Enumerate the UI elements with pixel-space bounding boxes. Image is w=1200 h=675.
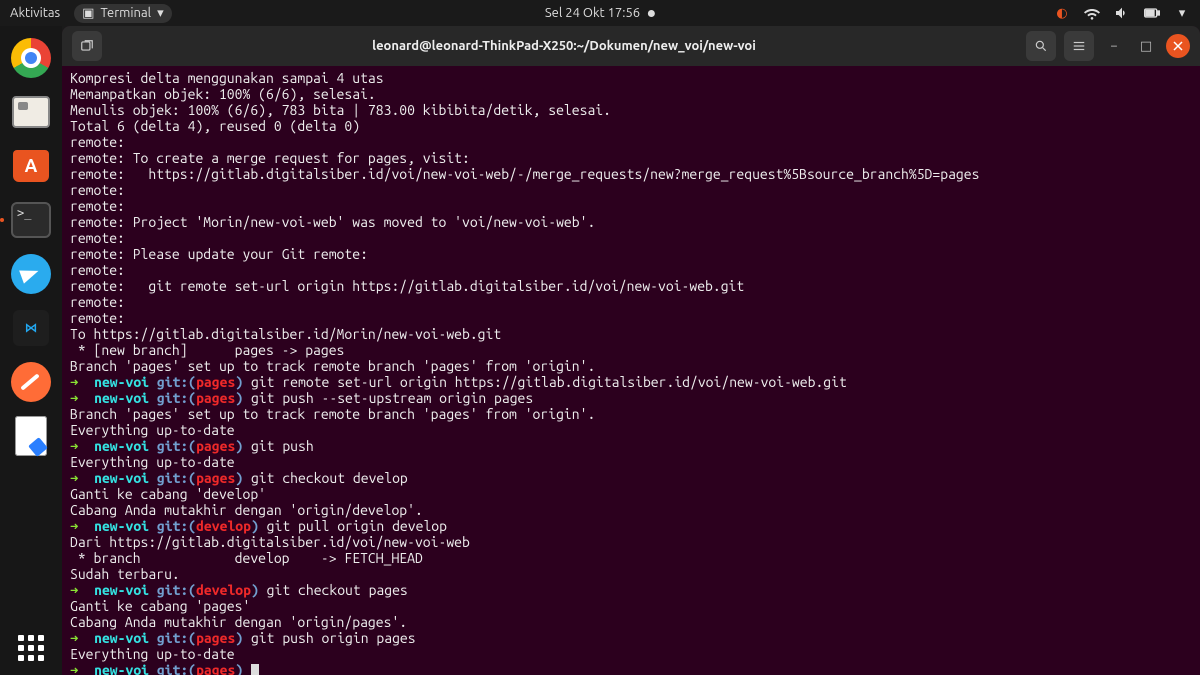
gnome-topbar: Aktivitas ▣ Terminal ▾ Sel 24 Okt 17:56 … (0, 0, 1200, 26)
dock-app-telegram[interactable] (7, 250, 55, 298)
minimize-button[interactable]: − (1102, 34, 1126, 58)
chrome-icon (11, 38, 51, 78)
terminal-icon: ▣ (82, 6, 94, 21)
terminal-window: leonard@leonard-ThinkPad-X250:~/Dokumen/… (62, 26, 1200, 675)
terminal-output[interactable]: Kompresi delta menggunakan sampai 4 utas… (62, 66, 1200, 675)
search-button[interactable] (1026, 31, 1056, 61)
dock-app-texteditor[interactable] (7, 412, 55, 460)
postman-icon (11, 362, 51, 402)
tray-app-icon[interactable]: ◐ (1054, 5, 1070, 21)
notification-dot-icon (648, 10, 655, 17)
dock-app-terminal[interactable] (7, 196, 55, 244)
topbar-app-label: Terminal (100, 6, 151, 20)
window-title: leonard@leonard-ThinkPad-X250:~/Dokumen/… (112, 39, 1016, 53)
files-icon (12, 96, 50, 128)
dock-app-chrome[interactable] (7, 34, 55, 82)
dock-app-vscode[interactable]: ⋈ (7, 304, 55, 352)
telegram-icon (11, 254, 51, 294)
show-applications-button[interactable] (18, 635, 44, 661)
software-store-icon (13, 150, 49, 182)
chevron-down-icon[interactable]: ▾ (1174, 5, 1190, 21)
close-button[interactable] (1166, 34, 1190, 58)
dock-app-files[interactable] (7, 88, 55, 136)
vscode-icon: ⋈ (13, 310, 49, 346)
volume-icon[interactable] (1114, 5, 1130, 21)
titlebar: leonard@leonard-ThinkPad-X250:~/Dokumen/… (62, 26, 1200, 66)
menu-button[interactable] (1064, 31, 1094, 61)
new-tab-button[interactable] (72, 31, 102, 61)
dock-app-postman[interactable] (7, 358, 55, 406)
battery-icon[interactable] (1144, 5, 1160, 21)
topbar-datetime[interactable]: Sel 24 Okt 17:56 (545, 6, 640, 20)
text-editor-icon (15, 416, 47, 456)
cursor (251, 664, 259, 675)
activities-button[interactable]: Aktivitas (10, 6, 60, 20)
dock-app-software[interactable] (7, 142, 55, 190)
topbar-app-indicator[interactable]: ▣ Terminal ▾ (74, 4, 171, 23)
maximize-button[interactable]: □ (1134, 34, 1158, 58)
dock: ⋈ (0, 26, 62, 675)
wifi-icon[interactable] (1084, 5, 1100, 21)
terminal-icon (11, 202, 51, 238)
chevron-down-icon: ▾ (157, 6, 164, 21)
